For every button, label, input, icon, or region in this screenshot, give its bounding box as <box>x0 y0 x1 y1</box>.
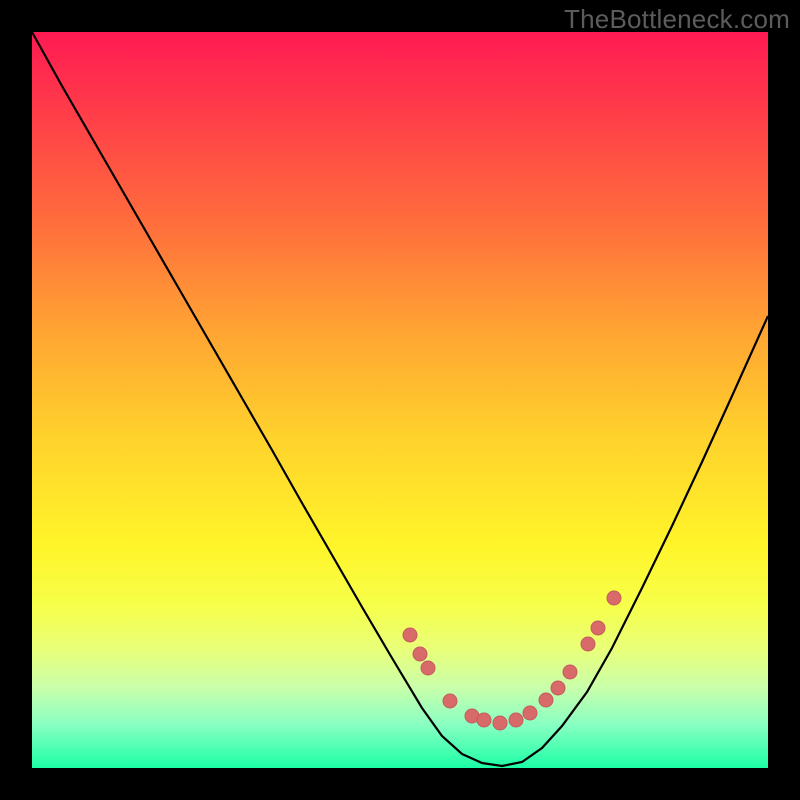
data-marker <box>509 713 523 727</box>
data-marker <box>607 591 621 605</box>
data-marker <box>551 681 565 695</box>
data-marker <box>539 693 553 707</box>
bottleneck-curve <box>32 32 768 766</box>
chart-svg <box>32 32 768 768</box>
watermark-text: TheBottleneck.com <box>564 4 790 35</box>
data-marker <box>403 628 417 642</box>
data-marker <box>591 621 605 635</box>
data-marker <box>477 713 491 727</box>
data-marker <box>563 665 577 679</box>
data-marker <box>443 694 457 708</box>
data-marker <box>493 716 507 730</box>
marker-group <box>403 591 621 730</box>
data-marker <box>523 706 537 720</box>
chart-stage: TheBottleneck.com <box>0 0 800 800</box>
data-marker <box>581 637 595 651</box>
data-marker <box>413 647 427 661</box>
plot-area <box>32 32 768 768</box>
data-marker <box>421 661 435 675</box>
